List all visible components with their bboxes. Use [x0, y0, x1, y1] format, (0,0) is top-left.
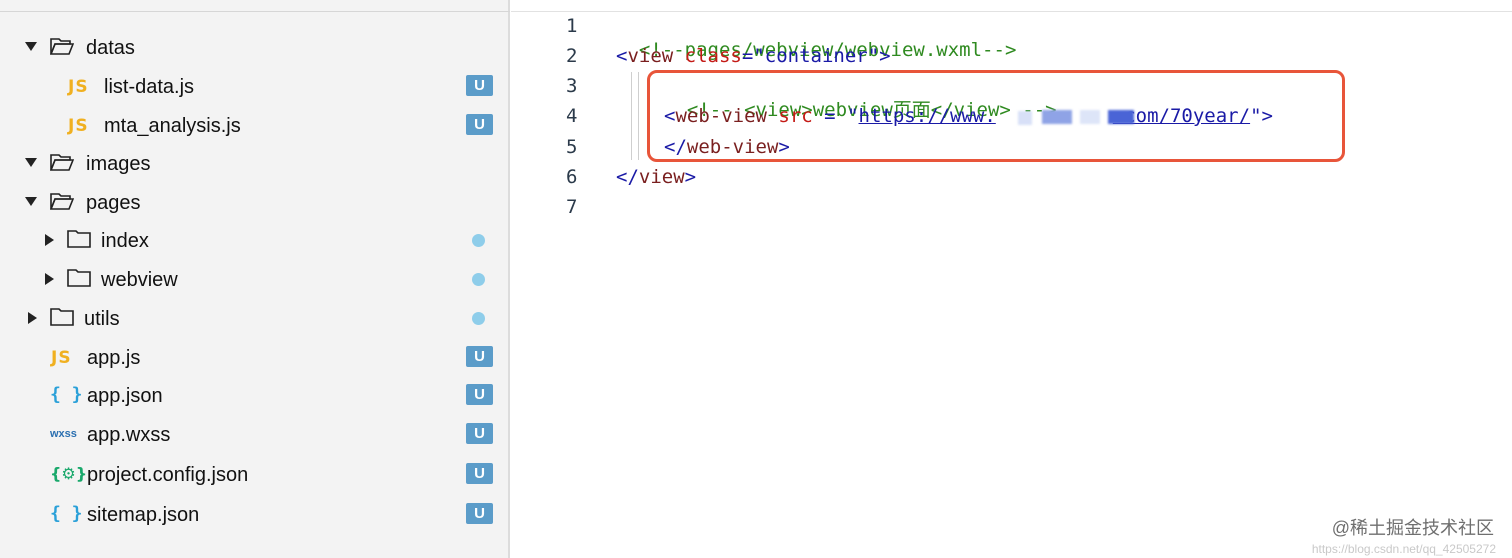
code-punct: </	[616, 166, 639, 188]
editor-tab-bar	[511, 0, 1512, 12]
tree-item-pages[interactable]: pages	[0, 183, 510, 221]
line-number: 1	[566, 15, 578, 37]
tree-item-label: app.js	[87, 347, 141, 369]
tree-item-label: project.config.json	[87, 464, 249, 486]
code-punct: <	[616, 45, 628, 67]
tree-item-list-data-js[interactable]: JS list-data.js U	[0, 67, 510, 105]
folder-icon	[67, 269, 91, 287]
config-json-icon: {⚙}	[50, 464, 88, 483]
tree-item-webview[interactable]: webview	[0, 260, 510, 298]
tree-item-label: webview	[101, 269, 178, 291]
code-line-2[interactable]: <view class="container">	[616, 44, 891, 68]
line-number: 2	[566, 45, 578, 67]
line-number: 4	[566, 105, 578, 127]
tree-item-label: app.json	[87, 385, 163, 407]
tree-item-label: index	[101, 230, 149, 252]
indent-guide	[631, 72, 632, 160]
chevron-down-icon[interactable]	[25, 197, 37, 206]
tree-item-project-config-json[interactable]: {⚙} project.config.json U	[0, 455, 510, 493]
line-number: 6	[566, 166, 578, 188]
untracked-badge: U	[466, 114, 493, 135]
tree-item-label: datas	[86, 37, 135, 59]
code-punct: =	[741, 45, 754, 67]
chevron-down-icon[interactable]	[25, 158, 37, 167]
modified-dot-badge	[472, 234, 485, 247]
wxss-file-icon: wxss	[50, 428, 77, 440]
js-file-icon: JS	[51, 348, 72, 368]
untracked-badge: U	[466, 75, 493, 96]
modified-dot-badge	[472, 273, 485, 286]
untracked-badge: U	[466, 423, 493, 444]
json-file-icon: { }	[50, 384, 83, 405]
code-attr: class	[673, 45, 742, 67]
tree-item-label: list-data.js	[104, 76, 195, 98]
tree-item-utils[interactable]: utils	[0, 299, 510, 337]
tree-item-app-js[interactable]: JS app.js U	[0, 338, 510, 376]
tree-item-app-json[interactable]: { } app.json U	[0, 376, 510, 414]
tree-item-label: sitemap.json	[87, 504, 200, 526]
js-file-icon: JS	[68, 77, 89, 97]
js-file-icon: JS	[68, 116, 89, 136]
chevron-right-icon[interactable]	[45, 273, 54, 285]
explorer-header	[0, 0, 510, 12]
line-number: 3	[566, 75, 578, 97]
indent-guide	[638, 72, 639, 160]
line-number: 7	[566, 196, 578, 218]
tree-item-sitemap-json[interactable]: { } sitemap.json U	[0, 495, 510, 533]
untracked-badge: U	[466, 384, 493, 405]
tree-item-index[interactable]: index	[0, 221, 510, 259]
code-tag: view	[627, 45, 674, 67]
code-punct: >	[684, 166, 697, 188]
tree-item-mta-analysis-js[interactable]: JS mta_analysis.js U	[0, 106, 510, 144]
tree-item-label: utils	[84, 308, 120, 330]
code-punct: >	[879, 45, 891, 67]
tree-item-label: images	[86, 153, 151, 175]
watermark-url: https://blog.csdn.net/qq_42505272	[1311, 542, 1496, 556]
highlight-annotation-box	[647, 70, 1345, 162]
untracked-badge: U	[466, 463, 493, 484]
tree-item-datas[interactable]: datas	[0, 28, 510, 66]
code-string: "container"	[753, 45, 880, 67]
tree-item-label: pages	[86, 192, 141, 214]
line-number: 5	[566, 136, 578, 158]
folder-icon	[50, 308, 74, 326]
folder-open-icon	[50, 38, 74, 55]
folder-icon	[67, 230, 91, 248]
untracked-badge: U	[466, 346, 493, 367]
code-tag: view	[638, 166, 685, 188]
json-file-icon: { }	[50, 503, 83, 524]
tree-item-label: app.wxss	[87, 424, 171, 446]
modified-dot-badge	[472, 312, 485, 325]
untracked-badge: U	[466, 503, 493, 524]
folder-open-icon	[50, 193, 74, 210]
folder-open-icon	[50, 154, 74, 171]
code-line-6[interactable]: </view>	[616, 165, 696, 189]
tree-item-label: mta_analysis.js	[104, 115, 241, 137]
chevron-down-icon[interactable]	[25, 42, 37, 51]
tree-item-app-wxss[interactable]: wxss app.wxss U	[0, 415, 510, 453]
chevron-right-icon[interactable]	[45, 234, 54, 246]
chevron-right-icon[interactable]	[28, 312, 37, 324]
watermark-text: @稀土掘金技术社区	[1331, 518, 1494, 538]
file-explorer: datas JS list-data.js U JS mta_analysis.…	[0, 0, 510, 558]
tree-item-images[interactable]: images	[0, 144, 510, 182]
